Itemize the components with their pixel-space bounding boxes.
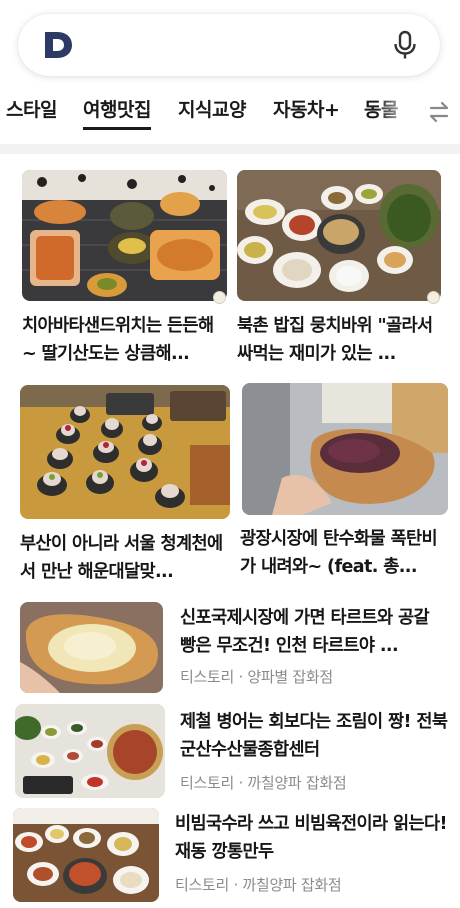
- tab-travel-food[interactable]: 여행맛집: [83, 94, 151, 130]
- card-thumbnail: [237, 170, 441, 301]
- card-title: 광장시장에 탄수화물 폭탄비가 내려와~ (feat. 총...: [240, 529, 438, 577]
- list-thumbnail: [20, 602, 163, 693]
- card-title: 북촌 밥집 뭉치바위 "골라서 싸먹는 재미가 있는 ...: [237, 316, 433, 364]
- tab-fade: [376, 94, 416, 132]
- card-thumbnail: [22, 170, 227, 301]
- daum-logo-icon[interactable]: [42, 30, 74, 60]
- list-thumbnail: [15, 704, 165, 798]
- list-item-title: 제철 병어는 회보다는 조림이 짱! 전북 군산수산물종합센터: [180, 712, 448, 760]
- list-item[interactable]: 제철 병어는 회보다는 조림이 짱! 전북 군산수산물종합센터 티스토리 · 까…: [0, 704, 460, 800]
- list-item-source: 티스토리 · 까칠양파 잡화점: [175, 876, 342, 894]
- card-title: 치아바타샌드위치는 든든해~ 딸기산도는 상큼해...: [22, 316, 214, 364]
- tab-style[interactable]: 스타일: [6, 94, 57, 126]
- list-item-source: 티스토리 · 양파별 잡화점: [180, 668, 333, 686]
- list-item-title: 신포국제시장에 가면 타르트와 공갈빵은 무조건! 인천 타르트야 ...: [180, 608, 430, 656]
- list-item[interactable]: 신포국제시장에 가면 타르트와 공갈빵은 무조건! 인천 타르트야 ... 티스…: [0, 600, 460, 696]
- tab-car[interactable]: 자동차+: [273, 94, 340, 126]
- list-thumbnail: [13, 808, 159, 902]
- microphone-icon[interactable]: [392, 30, 418, 60]
- tab-knowledge[interactable]: 지식교양: [178, 94, 246, 126]
- list-item-title: 비빔국수라 쓰고 비빔육전이라 읽는다! 재동 깡통만두: [175, 814, 447, 862]
- section-divider: [0, 144, 460, 154]
- list-item-source: 티스토리 · 까칠양파 잡화점: [180, 774, 347, 792]
- source-badge-icon: [427, 291, 440, 304]
- grid-card[interactable]: 광장시장에 탄수화물 폭탄비가 내려와~ (feat. 총...: [240, 383, 450, 583]
- swap-arrows-icon: [429, 101, 449, 123]
- grid-card[interactable]: 북촌 밥집 뭉치바위 "골라서 싸먹는 재미가 있는 ...: [237, 170, 441, 370]
- card-title: 부산이 아니라 서울 청계천에서 만난 해운대달맞...: [20, 534, 223, 582]
- card-thumbnail: [20, 385, 230, 519]
- grid-card[interactable]: 치아바타샌드위치는 든든해~ 딸기산도는 상큼해...: [22, 170, 227, 370]
- list-item[interactable]: 비빔국수라 쓰고 비빔육전이라 읽는다! 재동 깡통만두 티스토리 · 까칠양파…: [0, 808, 460, 904]
- search-bar[interactable]: [18, 14, 440, 76]
- source-badge-icon: [213, 291, 226, 304]
- category-tabs: 스타일 여행맛집 지식교양 자동차+ 동물: [0, 94, 460, 132]
- card-thumbnail: [242, 383, 448, 515]
- tab-more-button[interactable]: [414, 94, 460, 132]
- grid-card[interactable]: 부산이 아니라 서울 청계천에서 만난 해운대달맞...: [20, 385, 230, 585]
